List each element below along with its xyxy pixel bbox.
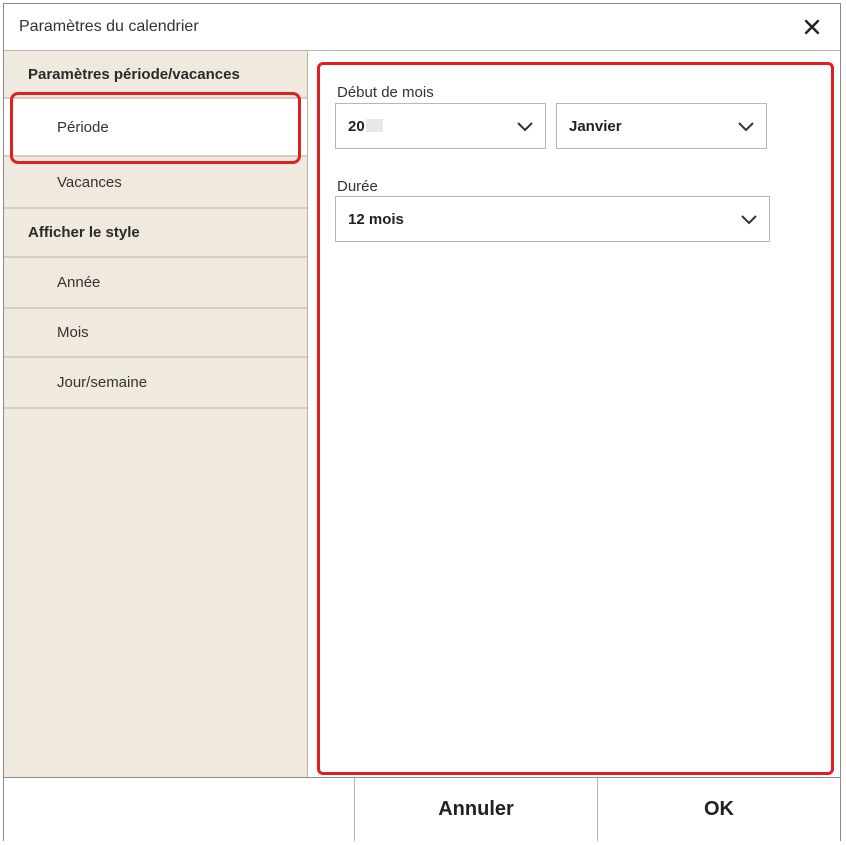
content-highlight-frame xyxy=(317,62,834,775)
sidebar-heading-display-style[interactable]: Afficher le style xyxy=(4,209,307,258)
title-bar: Paramètres du calendrier xyxy=(4,4,840,51)
ok-button[interactable]: OK xyxy=(597,778,840,841)
sidebar-item-label: Jour/semaine xyxy=(57,374,148,391)
cancel-button[interactable]: Annuler xyxy=(354,778,597,841)
sidebar-item-day-week[interactable]: Jour/semaine xyxy=(4,358,307,409)
sidebar-item-month[interactable]: Mois xyxy=(4,309,307,358)
chevron-down-icon xyxy=(517,122,533,132)
duration-select[interactable]: 12 mois xyxy=(335,196,770,242)
sidebar-item-label: Mois xyxy=(57,324,89,341)
sidebar-heading-period-holidays[interactable]: Paramètres période/vacances xyxy=(4,51,307,99)
sidebar-item-label: Afficher le style xyxy=(28,224,140,241)
start-month-value: Janvier xyxy=(569,118,622,135)
close-icon xyxy=(804,19,820,35)
sidebar-item-label: Période xyxy=(57,118,109,136)
start-month-select[interactable]: Janvier xyxy=(556,103,767,149)
settings-content-panel: Début de mois 20 Janvier Durée 12 mois xyxy=(309,51,840,777)
dialog-footer: Annuler OK xyxy=(4,777,840,841)
start-year-select[interactable]: 20 xyxy=(335,103,546,149)
duration-value: 12 mois xyxy=(348,211,404,228)
sidebar-item-year[interactable]: Année xyxy=(4,258,307,309)
sidebar-item-period[interactable]: Période xyxy=(4,99,307,157)
sidebar-item-label: Paramètres période/vacances xyxy=(28,65,240,83)
settings-sidebar: Paramètres période/vacances Période Vaca… xyxy=(4,51,308,777)
calendar-settings-dialog: Paramètres du calendrier Paramètres péri… xyxy=(3,3,841,841)
chevron-down-icon xyxy=(741,215,757,225)
sidebar-item-holidays[interactable]: Vacances xyxy=(4,157,307,209)
start-month-label: Début de mois xyxy=(337,84,434,101)
dialog-title: Paramètres du calendrier xyxy=(19,18,199,35)
chevron-down-icon xyxy=(738,122,754,132)
sidebar-item-label: Année xyxy=(57,274,101,291)
start-year-value: 20 xyxy=(348,118,383,135)
sidebar-item-label: Vacances xyxy=(57,173,122,191)
close-button[interactable] xyxy=(798,13,826,41)
duration-label: Durée xyxy=(337,178,378,195)
